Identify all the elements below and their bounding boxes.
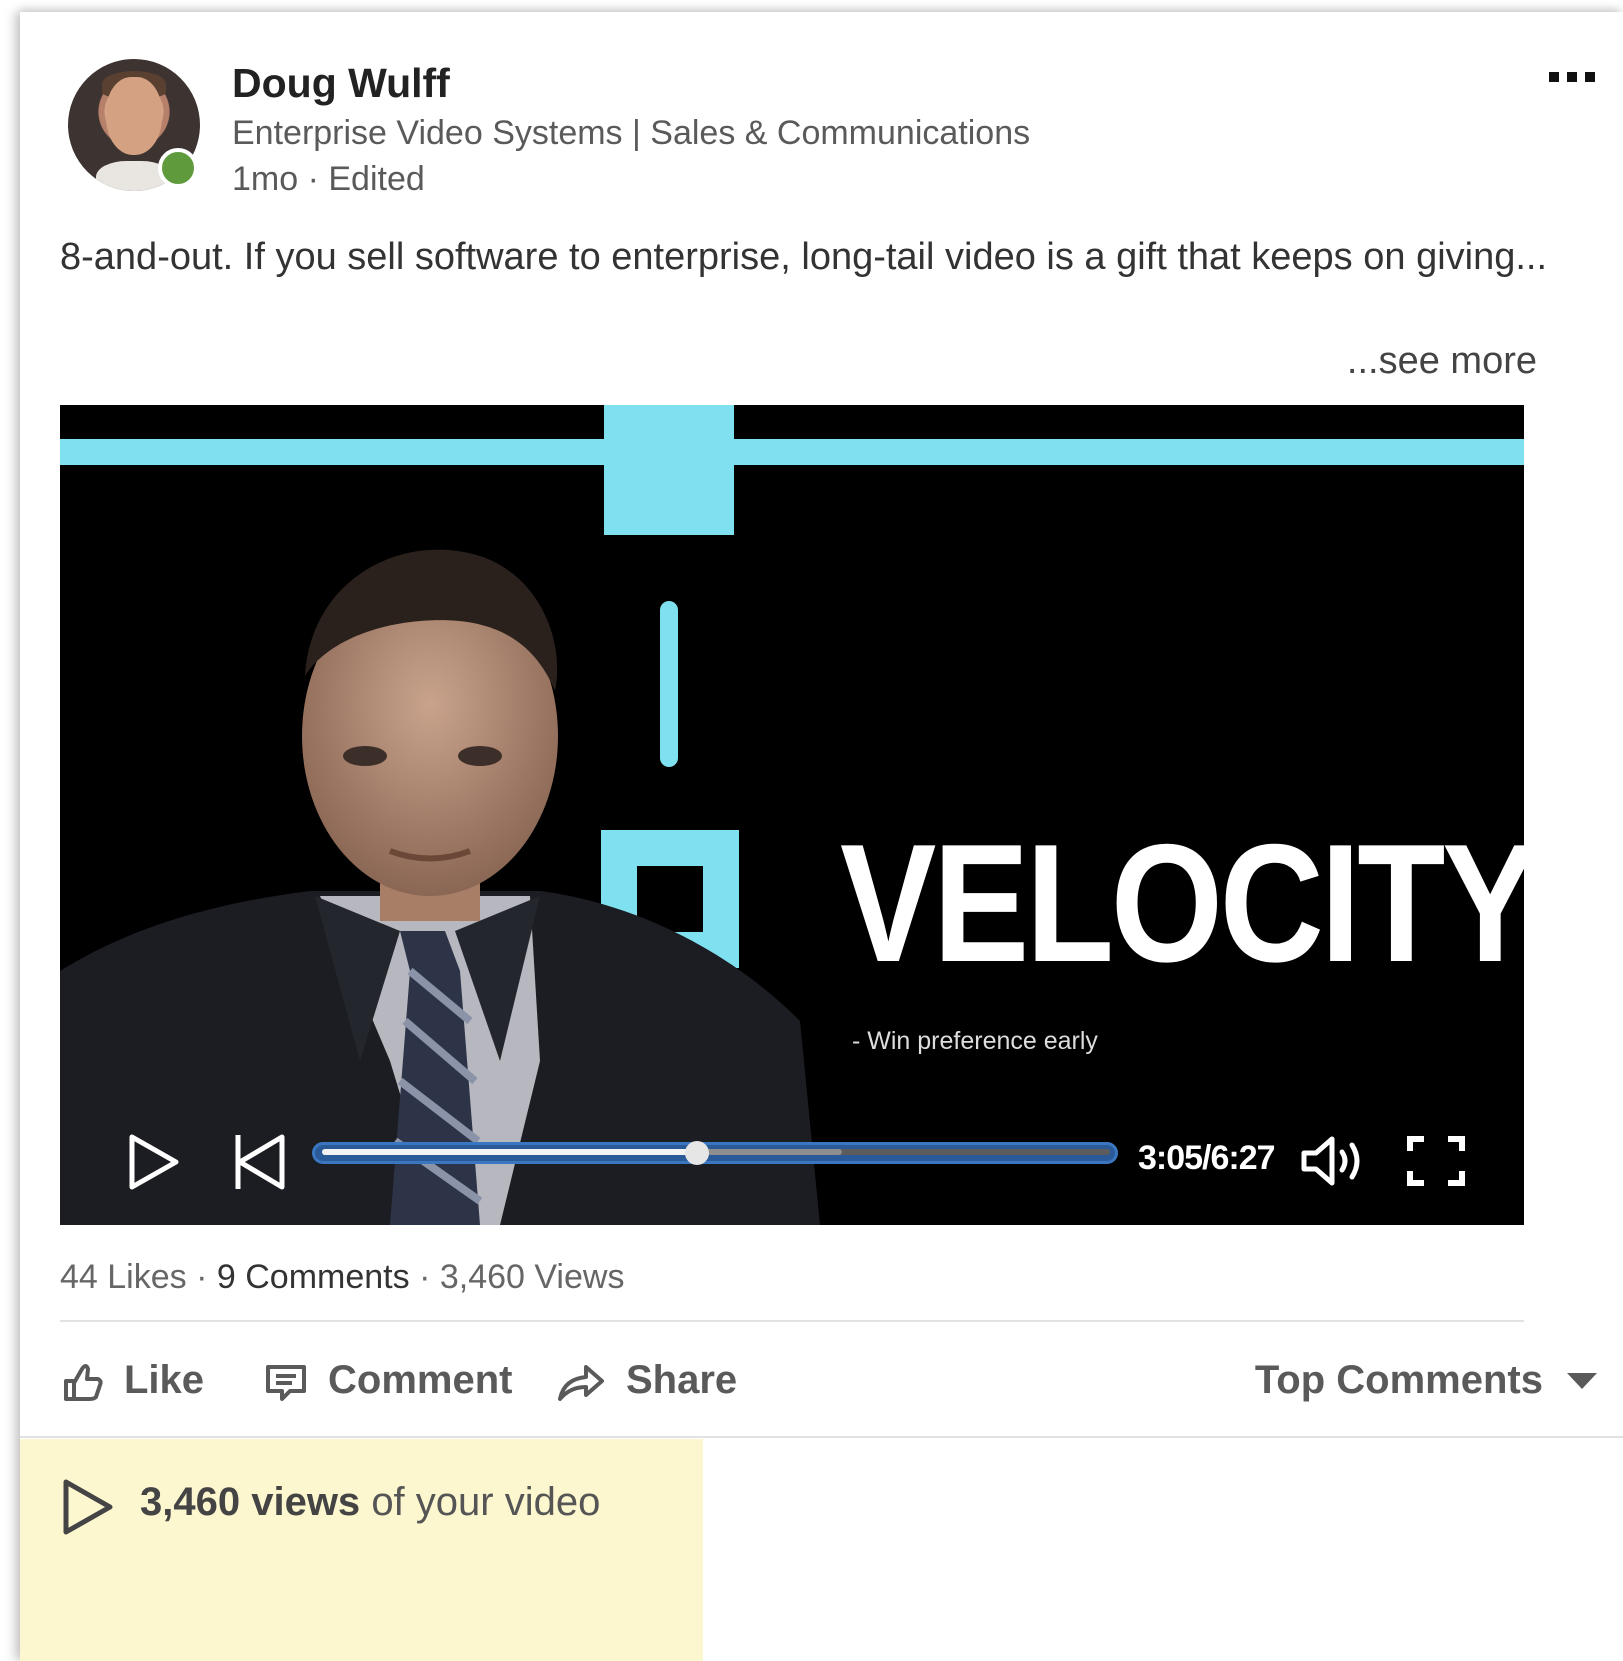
views-count: 3,460 Views — [439, 1258, 625, 1296]
share-button[interactable]: Share — [556, 1358, 737, 1403]
video-presenter — [60, 549, 820, 1225]
views-banner-count: 3,460 views — [140, 1480, 361, 1524]
avatar-face — [106, 77, 162, 155]
progress-played — [322, 1149, 698, 1155]
share-label: Share — [626, 1358, 738, 1402]
volume-icon[interactable] — [1300, 1135, 1364, 1187]
play-icon[interactable] — [128, 1133, 180, 1191]
like-label: Like — [124, 1358, 205, 1402]
post-text: 8-and-out. If you sell software to enter… — [60, 236, 1548, 278]
post-stats: 44 Likes · 9 Comments · 3,460 Views — [60, 1258, 624, 1297]
views-banner-suffix: of your video — [371, 1480, 601, 1524]
see-more-link[interactable]: ...see more — [1347, 340, 1537, 383]
like-button[interactable]: Like — [60, 1358, 204, 1403]
stats-separator: · — [419, 1258, 431, 1296]
post-meta: 1mo · Edited — [232, 160, 425, 198]
sort-label: Top Comments — [1254, 1358, 1543, 1402]
like-icon — [64, 1363, 103, 1401]
time-display: 3:05/6:27 — [1138, 1139, 1276, 1177]
comment-label: Comment — [328, 1358, 513, 1402]
comment-icon — [266, 1364, 306, 1401]
more-icon[interactable] — [1549, 72, 1595, 82]
author-headline: Enterprise Video Systems | Sales & Commu… — [232, 114, 1031, 152]
views-banner-text: 3,460 views of your video — [140, 1480, 600, 1525]
video-player[interactable]: VELOCITY - Win preference early 3:05/6:2… — [60, 405, 1524, 1225]
stats-separator: · — [196, 1258, 208, 1296]
fullscreen-icon[interactable] — [1406, 1135, 1466, 1187]
video-overlay-title: VELOCITY — [840, 809, 1524, 997]
video-graphic-bar — [60, 439, 1524, 465]
divider — [60, 1320, 1524, 1322]
video-overlay-subtitle: - Win preference early — [852, 1027, 1098, 1055]
views-play-icon — [63, 1479, 113, 1535]
views-banner[interactable] — [20, 1439, 703, 1661]
share-icon — [558, 1364, 604, 1401]
progress-scrubber[interactable] — [685, 1141, 710, 1165]
caret-down-icon — [1567, 1372, 1597, 1389]
restart-icon[interactable] — [234, 1133, 286, 1191]
sort-comments-dropdown[interactable]: Top Comments — [1255, 1358, 1599, 1403]
author-name[interactable]: Doug Wulff — [232, 60, 450, 107]
online-status-dot — [158, 148, 198, 188]
comment-button[interactable]: Comment — [264, 1358, 512, 1403]
comments-count[interactable]: 9 Comments — [217, 1258, 410, 1296]
feed-post: Doug Wulff Enterprise Video Systems | Sa… — [20, 12, 1623, 1661]
likes-count[interactable]: 44 Likes — [60, 1258, 187, 1296]
divider — [20, 1436, 1623, 1438]
